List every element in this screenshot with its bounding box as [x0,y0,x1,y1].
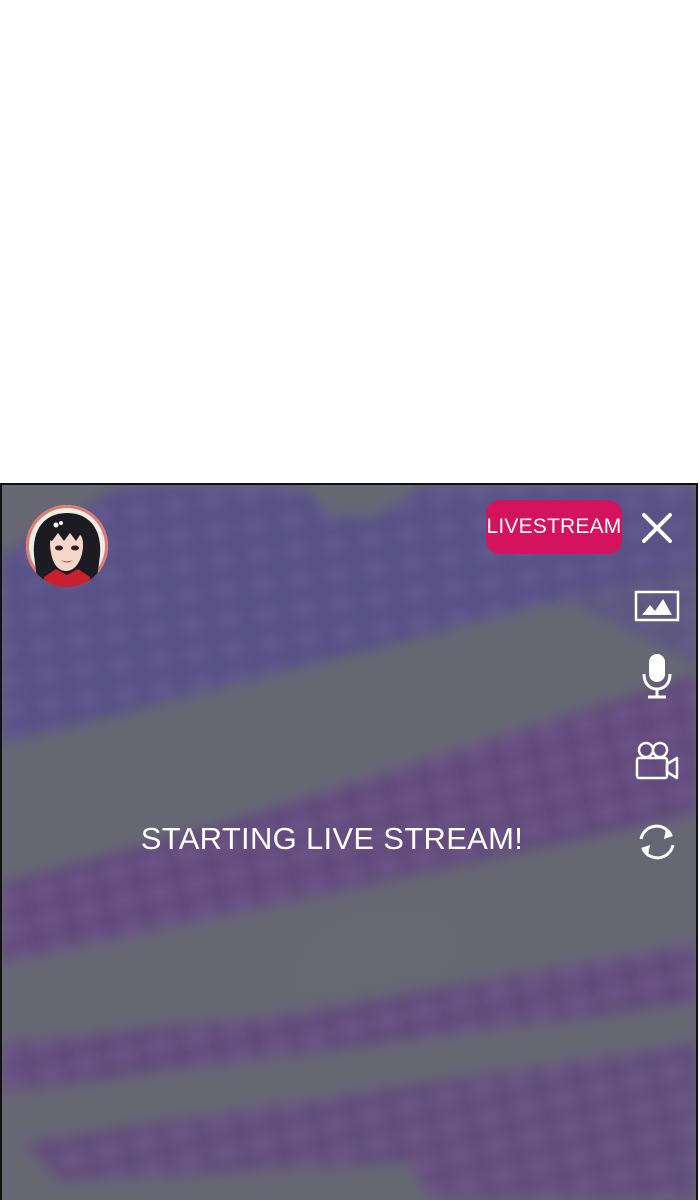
livestream-badge: LIVESTREAM [486,500,622,554]
streamer-portrait-icon [26,505,108,587]
gallery-button[interactable] [631,580,683,632]
close-button[interactable] [631,502,683,554]
livestream-panel: LIVESTREAM STARTING LIVE STREAM! [0,483,698,1200]
close-icon [642,513,672,543]
microphone-icon [642,654,672,699]
page: LIVESTREAM STARTING LIVE STREAM! [0,0,700,1200]
stream-status-message: STARTING LIVE STREAM! [140,821,524,856]
microphone-button[interactable] [631,650,683,702]
streamer-avatar[interactable] [26,505,108,587]
image-icon [634,590,680,622]
camera-button[interactable] [631,735,683,787]
video-camera-icon [635,741,679,780]
